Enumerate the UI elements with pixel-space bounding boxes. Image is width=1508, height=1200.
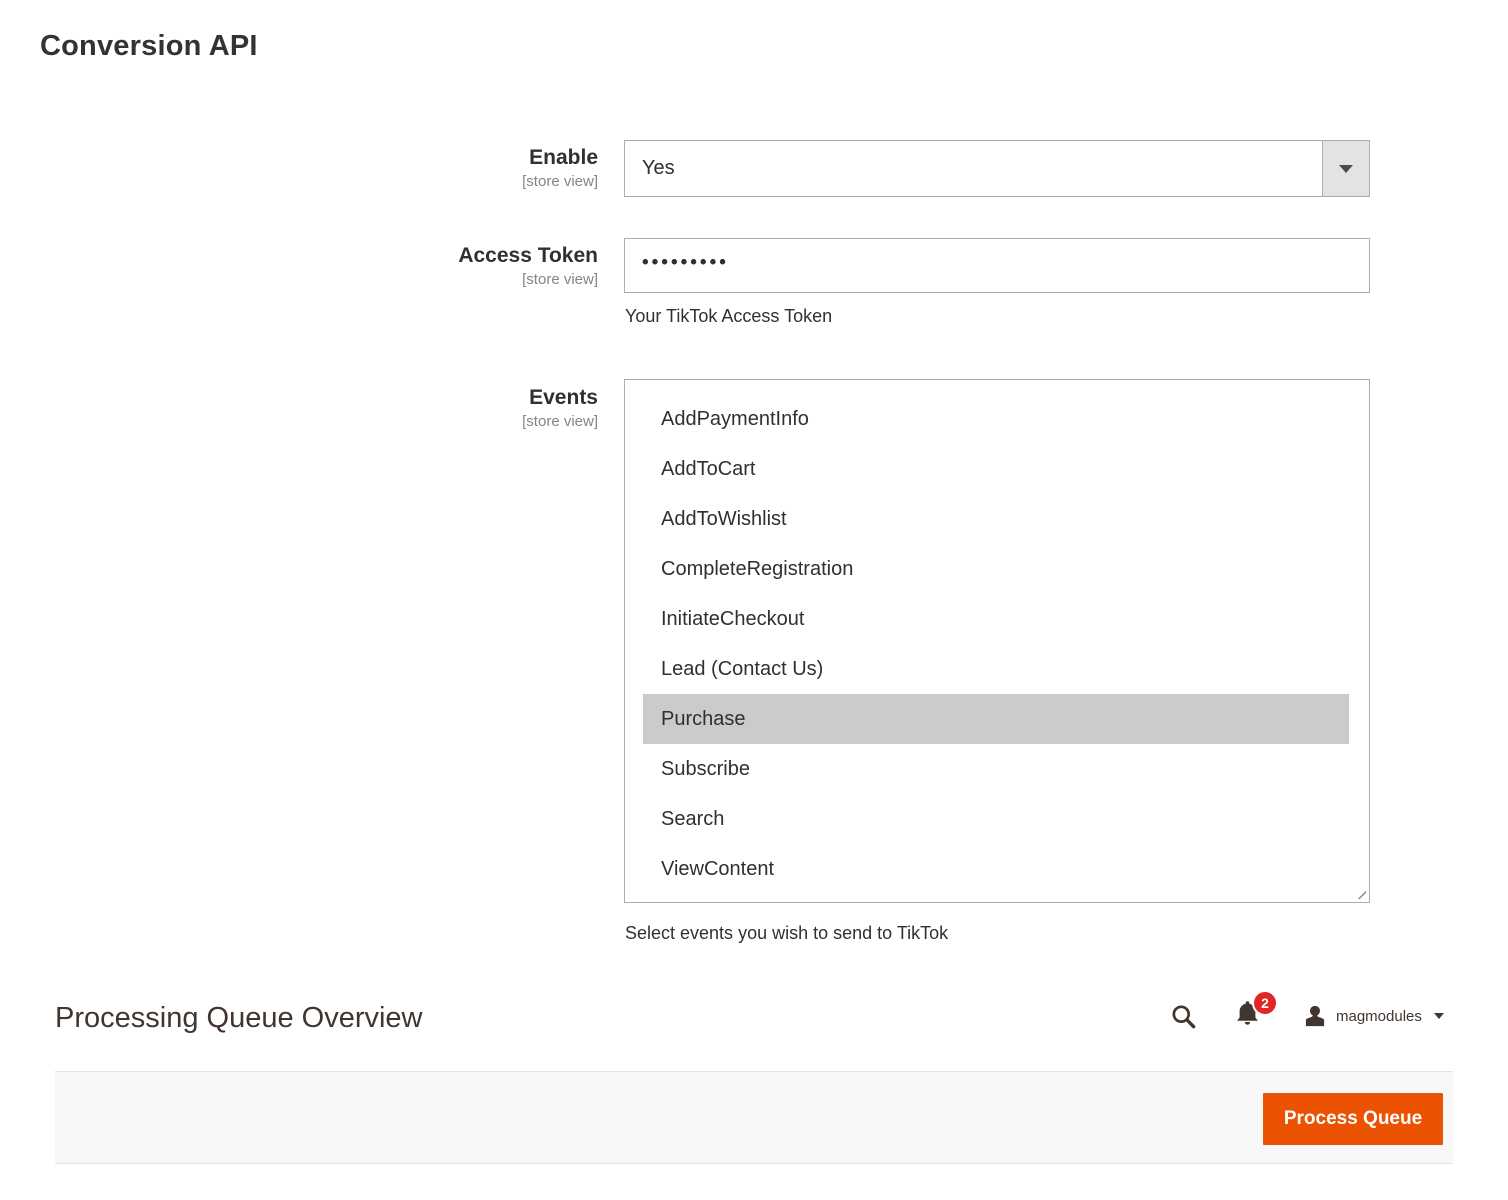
process-queue-button[interactable]: Process Queue (1263, 1093, 1443, 1145)
enable-label-text: Enable (0, 145, 598, 171)
events-options-list: AddPaymentInfoAddToCartAddToWishlistComp… (625, 380, 1369, 894)
triangle-down-icon (1339, 165, 1353, 173)
events-multiselect[interactable]: AddPaymentInfoAddToCartAddToWishlistComp… (624, 379, 1370, 903)
access-token-label: Access Token [store view] (0, 243, 598, 290)
page-title: Conversion API (40, 30, 258, 63)
enable-scope-label: [store view] (0, 171, 598, 192)
event-option[interactable]: AddToWishlist (625, 494, 1369, 544)
queue-toolbar: Process Queue (55, 1071, 1453, 1164)
caret-down-icon (1434, 1013, 1444, 1019)
access-token-label-text: Access Token (0, 243, 598, 269)
search-button[interactable] (1170, 1003, 1197, 1030)
notifications-button[interactable]: 2 (1235, 1000, 1260, 1032)
events-scope-label: [store view] (0, 411, 598, 432)
enable-select[interactable]: Yes (624, 140, 1370, 197)
overview-title: Processing Queue Overview (55, 1002, 423, 1035)
events-label-text: Events (0, 385, 598, 411)
access-token-scope-label: [store view] (0, 269, 598, 290)
account-username: magmodules (1336, 1008, 1422, 1025)
event-option[interactable]: AddPaymentInfo (625, 394, 1369, 444)
event-option[interactable]: Lead (Contact Us) (625, 644, 1369, 694)
access-token-input[interactable] (624, 238, 1370, 293)
notification-count-badge[interactable]: 2 (1252, 990, 1278, 1016)
event-option[interactable]: Subscribe (625, 744, 1369, 794)
dropdown-arrow-icon[interactable] (1322, 141, 1369, 196)
user-icon (1302, 1003, 1328, 1029)
account-menu-button[interactable]: magmodules (1302, 1003, 1444, 1029)
event-option[interactable]: Search (625, 794, 1369, 844)
event-option[interactable]: InitiateCheckout (625, 594, 1369, 644)
events-label: Events [store view] (0, 385, 598, 432)
admin-header-actions: 2 magmodules (1170, 998, 1444, 1034)
event-option[interactable]: CompleteRegistration (625, 544, 1369, 594)
search-icon (1170, 1003, 1197, 1030)
event-option[interactable]: Purchase (643, 694, 1349, 744)
enable-label: Enable [store view] (0, 145, 598, 192)
event-option[interactable]: ViewContent (625, 844, 1369, 894)
event-option[interactable]: AddToCart (625, 444, 1369, 494)
enable-select-value: Yes (625, 157, 1322, 180)
access-token-note: Your TikTok Access Token (625, 306, 832, 327)
events-note: Select events you wish to send to TikTok (625, 923, 948, 944)
